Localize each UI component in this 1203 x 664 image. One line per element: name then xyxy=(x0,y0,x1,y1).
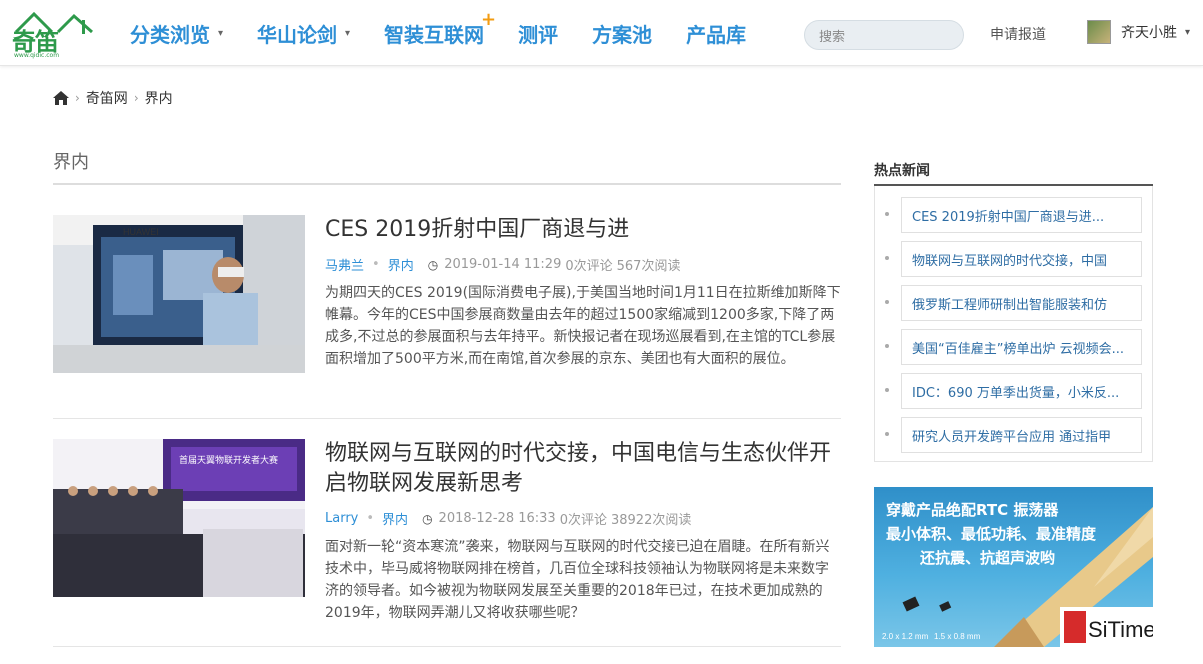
list-bullet xyxy=(885,344,889,348)
user-name: 齐天小胜 xyxy=(1121,25,1177,41)
article-item: 首届天翼物联开发者大赛 物联网与互联网的时代交接，中国电信与生态伙伴开启物联网发… xyxy=(53,439,841,639)
nav-label: 产品库 xyxy=(686,22,747,47)
nav-label: 华山论剑 xyxy=(257,22,338,47)
article-datetime: 2018-12-28 16:33 xyxy=(438,511,556,526)
nav-label: 测评 xyxy=(518,22,559,47)
article-thumbnail[interactable]: HUAWEI xyxy=(53,215,305,373)
hot-news-item[interactable]: IDC：690 万单季出货量，小米反... xyxy=(901,373,1142,409)
nav-label: 分类浏览 xyxy=(130,22,210,47)
list-bullet xyxy=(885,212,889,216)
search-input[interactable]: 搜索 xyxy=(804,20,964,50)
clock-icon: ◷ xyxy=(427,257,439,272)
article-reads: 567次阅读 xyxy=(616,259,681,274)
pencil-illustration: 2.0 x 1.2 mm 1.5 x 0.8 mm SiTime xyxy=(882,507,1153,647)
article-content: 物联网与互联网的时代交接，中国电信与生态伙伴开启物联网发展新思考 Larry •… xyxy=(325,439,841,624)
nav-solutions[interactable]: 方案池 xyxy=(592,19,652,48)
article-title[interactable]: CES 2019折射中国厂商退与进 xyxy=(325,215,841,245)
section-divider xyxy=(53,183,841,185)
hot-news-item[interactable]: CES 2019折射中国厂商退与进... xyxy=(901,197,1142,233)
hot-news-list: CES 2019折射中国厂商退与进... 物联网与互联网的时代交接，中国 俄罗斯… xyxy=(874,186,1153,462)
nav-label: 方案池 xyxy=(592,22,653,47)
clock-icon: ◷ xyxy=(422,511,433,526)
breadcrumb-item-current: 界内 xyxy=(144,91,173,107)
article-summary: 为期四天的CES 2019(国际消费电子展),于美国当地时间1月11日在拉斯维加… xyxy=(325,285,841,367)
article-datetime: 2019-01-14 11:29 xyxy=(444,257,562,272)
article-meta: 马弗兰 • 界内 ◷ 2019-01-14 11:29 0次评论 567次阅读 xyxy=(325,255,841,274)
breadcrumb: › 奇笛网 › 界内 xyxy=(53,88,173,108)
logo-url: www.qidic.com xyxy=(14,52,60,59)
home-icon[interactable] xyxy=(53,91,69,105)
article-category[interactable]: 界内 xyxy=(388,255,414,274)
chevron-down-icon: ▾ xyxy=(218,27,224,39)
list-bullet xyxy=(885,256,889,260)
size-label: 1.5 x 0.8 mm xyxy=(934,632,981,641)
list-bullet xyxy=(885,432,889,436)
article-item: HUAWEI CES 2019折射中国厂商退与进 马弗兰 • 界内 ◷ 2019… xyxy=(53,215,841,395)
nav-reviews[interactable]: 测评 xyxy=(518,19,558,48)
nav-products[interactable]: 产品库 xyxy=(686,19,746,48)
article-summary: 面对新一轮“资本寒流”袭来，物联网与互联网的时代交接已迫在眉睫。在所有新兴技术中… xyxy=(325,539,830,621)
article-author[interactable]: Larry xyxy=(325,511,358,526)
article-comments: 0次评论 xyxy=(565,259,613,274)
breadcrumb-separator: › xyxy=(75,91,80,105)
chevron-down-icon: ▾ xyxy=(345,27,351,39)
hot-news-item[interactable]: 研究人员开发跨平台应用 通过指甲 xyxy=(901,417,1142,453)
section-title: 界内 xyxy=(53,152,89,173)
nav-smart-iot[interactable]: 智装互联网 + xyxy=(384,9,496,48)
nav-label: 智装互联网 xyxy=(384,22,485,47)
chevron-down-icon: ▾ xyxy=(1185,26,1191,38)
hot-news-title: 热点新闻 xyxy=(874,163,930,179)
article-category[interactable]: 界内 xyxy=(382,509,408,528)
list-bullet xyxy=(885,300,889,304)
article-thumbnail[interactable]: 首届天翼物联开发者大赛 xyxy=(53,439,305,597)
article-author[interactable]: 马弗兰 xyxy=(325,255,364,274)
hot-news-item[interactable]: 物联网与互联网的时代交接，中国 xyxy=(901,241,1142,277)
nav-huashan[interactable]: 华山论剑 ▾ xyxy=(257,19,350,48)
article-divider xyxy=(53,418,841,419)
meta-dot: • xyxy=(366,511,375,526)
breadcrumb-item-site[interactable]: 奇笛网 xyxy=(86,88,128,108)
main-nav: 分类浏览 ▾ 华山论剑 ▾ 智装互联网 + 测评 方案池 产品库 xyxy=(130,0,780,66)
article-meta: Larry • 界内 ◷ 2018-12-28 16:33 0次评论 38922… xyxy=(325,509,841,528)
sidebar-ad-banner[interactable]: 穿戴产品绝配RTC 振荡器 最小体积、最低功耗、最准精度 还抗震、抗超声波哟 2… xyxy=(874,487,1153,647)
thumb-caption: 首届天翼物联开发者大赛 xyxy=(179,454,278,466)
site-logo[interactable]: 奇笛 www.qidic.com xyxy=(12,10,98,60)
article-reads: 38922次阅读 xyxy=(610,513,692,528)
avatar xyxy=(1087,20,1111,44)
list-bullet xyxy=(885,388,889,392)
meta-dot: • xyxy=(372,257,380,272)
user-menu[interactable]: 齐天小胜 ▾ xyxy=(1087,20,1190,44)
breadcrumb-separator: › xyxy=(133,91,139,105)
article-comments: 0次评论 xyxy=(559,513,607,528)
hot-news-item[interactable]: 美国“百佳雇主”榜单出炉 云视频会... xyxy=(901,329,1142,365)
article-content: CES 2019折射中国厂商退与进 马弗兰 • 界内 ◷ 2019-01-14 … xyxy=(325,215,841,370)
ad-brand: SiTime xyxy=(1088,617,1153,642)
hot-news-item[interactable]: 俄罗斯工程师研制出智能服装和仿 xyxy=(901,285,1142,321)
nav-browse-categories[interactable]: 分类浏览 ▾ xyxy=(130,19,223,48)
size-label: 2.0 x 1.2 mm xyxy=(882,632,929,641)
article-title[interactable]: 物联网与互联网的时代交接，中国电信与生态伙伴开启物联网发展新思考 xyxy=(325,439,841,499)
plus-icon: + xyxy=(480,8,497,30)
apply-report-link[interactable]: 申请报道 xyxy=(990,24,1046,44)
top-header: 奇笛 www.qidic.com 分类浏览 ▾ 华山论剑 ▾ 智装互联网 + 测… xyxy=(0,0,1203,66)
article-divider xyxy=(53,646,841,647)
thumb-caption: HUAWEI xyxy=(123,227,159,237)
